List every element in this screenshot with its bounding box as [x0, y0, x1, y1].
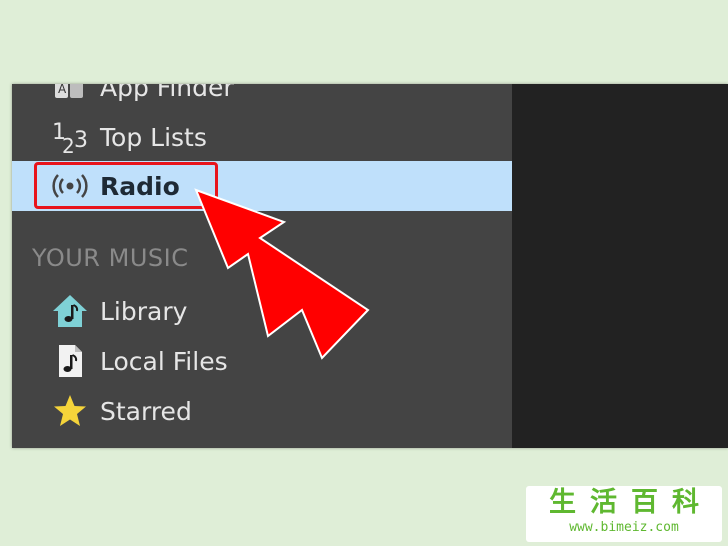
sidebar-item-starred[interactable]: Starred [12, 386, 512, 436]
watermark-title: 生活百科 [549, 487, 713, 518]
sidebar-item-label: Library [100, 296, 188, 326]
sidebar-item-label: Local Files [100, 346, 228, 376]
app-finder-icon: A [50, 84, 90, 107]
sidebar-item-label: Starred [100, 396, 192, 426]
watermark-url: www.bimeiz.com [569, 520, 679, 535]
watermark-logo: 生活百科 www.bimeiz.com [526, 486, 722, 542]
library-icon [50, 291, 90, 331]
sidebar-item-local-files[interactable]: Local Files [12, 336, 512, 386]
sidebar: A App Finder 1 2 3 Top Lists Radio YOUR … [12, 84, 512, 448]
top-lists-icon: 1 2 3 [50, 117, 90, 157]
sidebar-item-library[interactable]: Library [12, 286, 512, 336]
svg-text:A: A [58, 84, 67, 96]
radio-highlight-box [34, 162, 218, 209]
app-window: A App Finder 1 2 3 Top Lists Radio YOUR … [12, 84, 728, 448]
main-content-pane [512, 84, 728, 448]
local-files-icon [50, 341, 90, 381]
svg-text:2: 2 [62, 134, 75, 157]
sidebar-item-label: Top Lists [100, 122, 207, 152]
sidebar-item-top-lists[interactable]: 1 2 3 Top Lists [12, 112, 512, 162]
sidebar-item-label: App Finder [100, 84, 234, 102]
section-header-your-music: YOUR MUSIC [32, 244, 189, 272]
sidebar-item-app-finder[interactable]: A App Finder [12, 84, 512, 112]
svg-text:3: 3 [74, 128, 88, 153]
star-icon [50, 391, 90, 431]
